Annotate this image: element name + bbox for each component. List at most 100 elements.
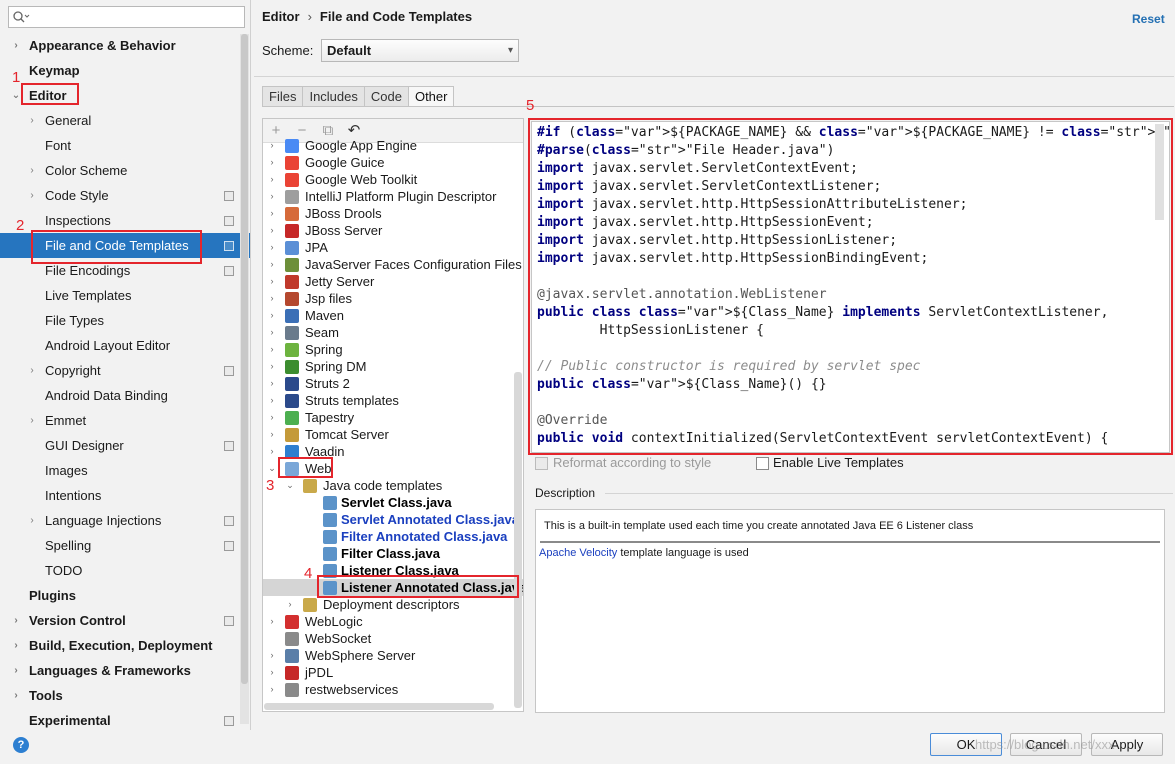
chevron-right-icon[interactable]: ›	[26, 108, 38, 133]
chevron-right-icon[interactable]: ›	[267, 664, 277, 681]
tree-item-weblogic[interactable]: › WebLogic	[263, 613, 523, 630]
chevron-right-icon[interactable]: ›	[267, 409, 277, 426]
tree-item-google-app-engine[interactable]: › Google App Engine	[263, 137, 523, 154]
chevron-down-icon[interactable]: ⌄	[267, 460, 277, 477]
chevron-right-icon[interactable]: ›	[26, 508, 38, 533]
chevron-right-icon[interactable]: ›	[26, 158, 38, 183]
tree-item-seam[interactable]: › Seam	[263, 324, 523, 341]
chevron-right-icon[interactable]: ›	[10, 33, 22, 58]
tab-code[interactable]: Code	[363, 86, 409, 107]
chevron-right-icon[interactable]: ›	[267, 171, 277, 188]
tree-item-jpdl[interactable]: › jPDL	[263, 664, 523, 681]
sidebar-item-intentions[interactable]: Intentions	[0, 483, 250, 508]
sidebar-item-code-style[interactable]: › Code Style	[0, 183, 250, 208]
chevron-right-icon[interactable]: ›	[10, 658, 22, 683]
tree-item-jpa[interactable]: › JPA	[263, 239, 523, 256]
tree-item-struts-templates[interactable]: › Struts templates	[263, 392, 523, 409]
sidebar-item-color-scheme[interactable]: › Color Scheme	[0, 158, 250, 183]
tree-item-java-code-templates[interactable]: ⌄ Java code templates	[263, 477, 523, 494]
tree-item-jboss-server[interactable]: › JBoss Server	[263, 222, 523, 239]
sidebar-item-font[interactable]: Font	[0, 133, 250, 158]
sidebar-item-general[interactable]: › General	[0, 108, 250, 133]
sidebar-item-experimental[interactable]: Experimental	[0, 708, 250, 730]
live-templates-checkbox[interactable]	[756, 457, 769, 470]
tree-item-google-web-toolkit[interactable]: › Google Web Toolkit	[263, 171, 523, 188]
sidebar-item-gui-designer[interactable]: GUI Designer	[0, 433, 250, 458]
chevron-right-icon[interactable]: ›	[267, 392, 277, 409]
tree-item-spring[interactable]: › Spring	[263, 341, 523, 358]
tab-files[interactable]: Files	[262, 86, 304, 107]
reformat-checkbox[interactable]	[535, 457, 548, 470]
chevron-right-icon[interactable]: ›	[267, 358, 277, 375]
reset-link[interactable]: Reset	[1132, 12, 1165, 26]
sidebar-item-appearance-behavior[interactable]: › Appearance & Behavior	[0, 33, 250, 58]
tree-item-intellij-platform-plugin-descriptor[interactable]: › IntelliJ Platform Plugin Descriptor	[263, 188, 523, 205]
tree-item-filter-annotated-class-java[interactable]: Filter Annotated Class.java	[263, 528, 523, 545]
sidebar-item-spelling[interactable]: Spelling	[0, 533, 250, 558]
chevron-right-icon[interactable]: ›	[267, 613, 277, 630]
tree-item-deployment-descriptors[interactable]: › Deployment descriptors	[263, 596, 523, 613]
tree-item-filter-class-java[interactable]: Filter Class.java	[263, 545, 523, 562]
tree-horizontal-scrollbar[interactable]	[264, 703, 494, 710]
sidebar-item-file-types[interactable]: File Types	[0, 308, 250, 333]
chevron-right-icon[interactable]: ›	[26, 408, 38, 433]
tree-item-servlet-class-java[interactable]: Servlet Class.java	[263, 494, 523, 511]
sidebar-item-live-templates[interactable]: Live Templates	[0, 283, 250, 308]
chevron-right-icon[interactable]: ›	[267, 273, 277, 290]
chevron-right-icon[interactable]: ›	[267, 341, 277, 358]
tree-item-jetty-server[interactable]: › Jetty Server	[263, 273, 523, 290]
chevron-right-icon[interactable]: ›	[267, 239, 277, 256]
chevron-right-icon[interactable]: ›	[285, 596, 295, 613]
chevron-right-icon[interactable]: ›	[267, 188, 277, 205]
velocity-link[interactable]: Apache Velocity	[539, 547, 617, 559]
chevron-right-icon[interactable]: ›	[267, 307, 277, 324]
chevron-right-icon[interactable]: ›	[267, 647, 277, 664]
chevron-down-icon[interactable]: ⌄	[285, 477, 295, 494]
sidebar-item-android-data-binding[interactable]: Android Data Binding	[0, 383, 250, 408]
sidebar-item-build-execution-deployment[interactable]: › Build, Execution, Deployment	[0, 633, 250, 658]
chevron-right-icon[interactable]: ›	[10, 683, 22, 708]
chevron-right-icon[interactable]: ›	[267, 324, 277, 341]
tree-item-struts-2[interactable]: › Struts 2	[263, 375, 523, 392]
chevron-right-icon[interactable]: ›	[267, 375, 277, 392]
breadcrumb-root[interactable]: Editor	[262, 9, 300, 24]
sidebar-item-plugins[interactable]: Plugins	[0, 583, 250, 608]
tree-item-tapestry[interactable]: › Tapestry	[263, 409, 523, 426]
tree-item-spring-dm[interactable]: › Spring DM	[263, 358, 523, 375]
tree-scrollbar[interactable]	[514, 372, 522, 708]
tree-item-restwebservices[interactable]: › restwebservices	[263, 681, 523, 698]
tree-item-jboss-drools[interactable]: › JBoss Drools	[263, 205, 523, 222]
chevron-right-icon[interactable]: ›	[267, 256, 277, 273]
chevron-right-icon[interactable]: ›	[267, 137, 277, 154]
chevron-right-icon[interactable]: ›	[267, 290, 277, 307]
help-icon[interactable]: ?	[13, 737, 29, 753]
chevron-right-icon[interactable]: ›	[267, 443, 277, 460]
tree-item-jsp-files[interactable]: › Jsp files	[263, 290, 523, 307]
chevron-right-icon[interactable]: ›	[267, 681, 277, 698]
chevron-right-icon[interactable]: ›	[267, 154, 277, 171]
sidebar-item-emmet[interactable]: › Emmet	[0, 408, 250, 433]
tab-includes[interactable]: Includes	[302, 86, 365, 107]
tree-item-javaserver-faces-configuration-files[interactable]: › JavaServer Faces Configuration Files	[263, 256, 523, 273]
tree-item-servlet-annotated-class-java[interactable]: Servlet Annotated Class.java	[263, 511, 523, 528]
sidebar-item-keymap[interactable]: Keymap	[0, 58, 250, 83]
tree-item-websocket[interactable]: WebSocket	[263, 630, 523, 647]
tree-item-maven[interactable]: › Maven	[263, 307, 523, 324]
sidebar-item-android-layout-editor[interactable]: Android Layout Editor	[0, 333, 250, 358]
settings-search-input[interactable]	[8, 6, 245, 28]
chevron-right-icon[interactable]: ›	[267, 222, 277, 239]
tree-item-google-guice[interactable]: › Google Guice	[263, 154, 523, 171]
chevron-right-icon[interactable]: ›	[267, 205, 277, 222]
sidebar-item-images[interactable]: Images	[0, 458, 250, 483]
chevron-right-icon[interactable]: ›	[10, 633, 22, 658]
sidebar-item-languages-frameworks[interactable]: › Languages & Frameworks	[0, 658, 250, 683]
scheme-dropdown[interactable]: Default ▾	[321, 39, 519, 62]
sidebar-item-tools[interactable]: › Tools	[0, 683, 250, 708]
sidebar-item-version-control[interactable]: › Version Control	[0, 608, 250, 633]
sidebar-scrollbar[interactable]	[241, 34, 248, 684]
sidebar-item-todo[interactable]: TODO	[0, 558, 250, 583]
tab-other[interactable]: Other	[407, 86, 455, 107]
tree-item-tomcat-server[interactable]: › Tomcat Server	[263, 426, 523, 443]
sidebar-item-copyright[interactable]: › Copyright	[0, 358, 250, 383]
chevron-right-icon[interactable]: ›	[26, 358, 38, 383]
